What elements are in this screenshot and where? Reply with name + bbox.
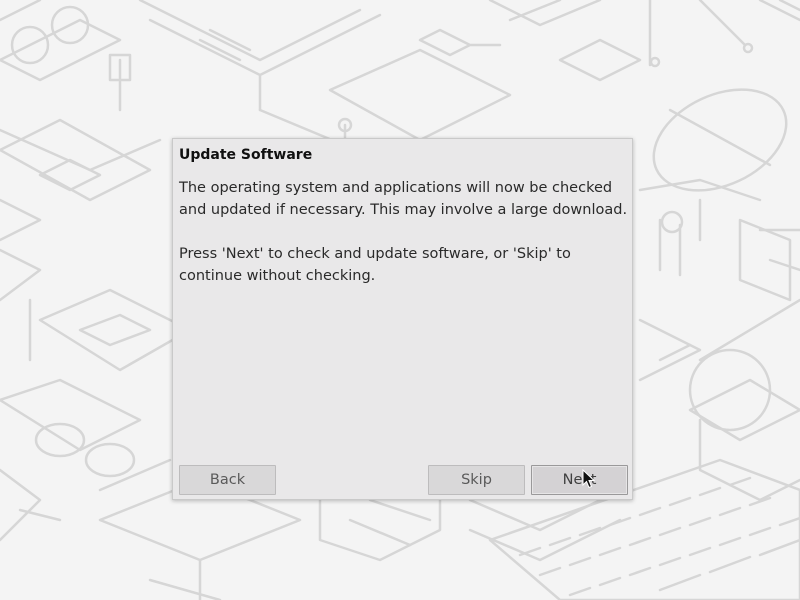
dialog-description: The operating system and applications wi…	[179, 180, 628, 218]
next-button[interactable]: Next	[531, 465, 628, 495]
update-software-dialog: Update Software The operating system and…	[172, 138, 633, 500]
dialog-title: Update Software	[179, 147, 313, 163]
back-button[interactable]: Back	[179, 465, 276, 495]
arrow-pointer-icon	[582, 469, 596, 489]
skip-button[interactable]: Skip	[428, 465, 525, 495]
dialog-instructions: Press 'Next' to check and update softwar…	[179, 246, 571, 284]
